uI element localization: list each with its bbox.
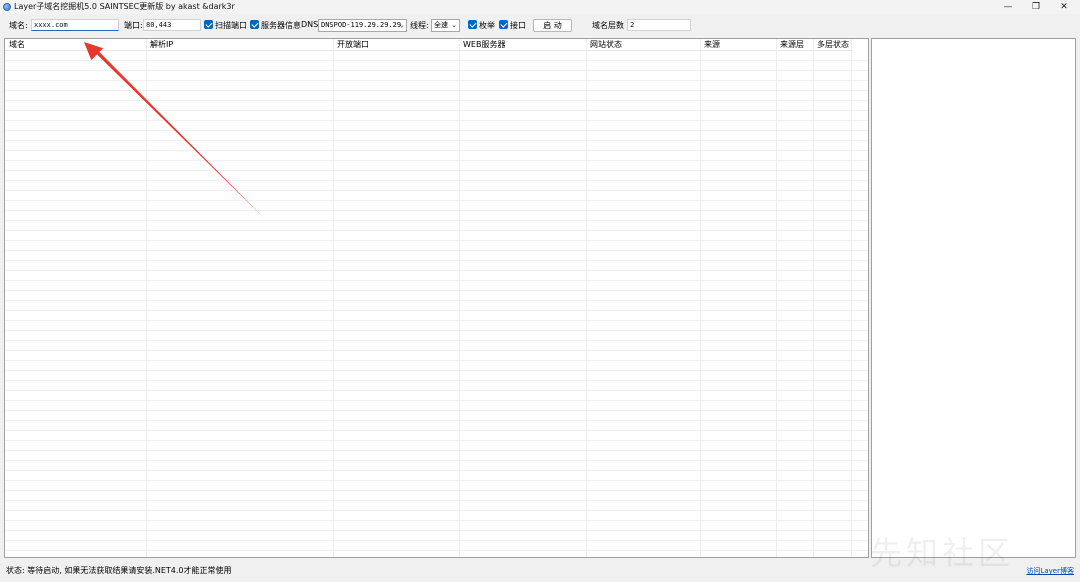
toolbar: 域名: xxxx.com 端口: 80,443 扫描端口 服务器信息 DNS: … (0, 16, 1080, 36)
thread-select-value: 全速 (434, 21, 448, 29)
column-header-multilevel-status[interactable]: 多层状态 (813, 39, 851, 51)
column-header-source[interactable]: 来源 (700, 39, 776, 51)
column-divider (813, 39, 814, 557)
title-bar: Layer子域名挖掘机5.0 SAINTSEC更新版 by akast &dar… (0, 0, 1080, 14)
minimize-button[interactable]: — (994, 0, 1022, 14)
start-button[interactable]: 启 动 (533, 19, 572, 32)
column-header-web-server[interactable]: WEB服务器 (459, 39, 586, 51)
thread-label: 线程: (410, 21, 429, 30)
depth-label: 域名层数 (592, 21, 624, 30)
table-rows (5, 51, 868, 557)
server-info-checkbox[interactable] (250, 20, 259, 29)
column-header-source-level[interactable]: 来源层 (776, 39, 813, 51)
depth-input[interactable]: 2 (627, 19, 691, 31)
thread-select[interactable]: 全速 ⌄ (431, 19, 460, 32)
results-table[interactable]: 域名 解析IP 开放端口 WEB服务器 网站状态 来源 来源层 多层状态 (4, 38, 869, 558)
column-divider (146, 39, 147, 557)
interface-label: 接口 (510, 21, 526, 30)
chevron-down-icon: ⌄ (451, 21, 457, 29)
column-divider (700, 39, 701, 557)
port-input[interactable]: 80,443 (143, 19, 201, 31)
domain-input[interactable]: xxxx.com (31, 19, 119, 31)
column-divider (586, 39, 587, 557)
side-panel[interactable] (871, 38, 1076, 558)
app-icon (3, 3, 11, 11)
column-header-ip[interactable]: 解析IP (146, 39, 333, 51)
column-header-site-status[interactable]: 网站状态 (586, 39, 700, 51)
status-text: 状态: 等待启动, 如果无法获取结果请安装.NET4.0才能正常使用 (6, 566, 232, 575)
dns-select[interactable]: DNSPOD-119.29.29.29 ⌄ (318, 19, 407, 32)
column-divider (333, 39, 334, 557)
blog-link[interactable]: 访问Layer博客 (1026, 566, 1074, 576)
column-divider (776, 39, 777, 557)
restore-button[interactable]: ❐ (1022, 0, 1050, 14)
chevron-down-icon: ⌄ (399, 21, 404, 29)
interface-checkbox[interactable] (499, 20, 508, 29)
column-divider (851, 39, 852, 557)
port-label: 端口: (124, 21, 143, 30)
column-header-domain[interactable]: 域名 (5, 39, 146, 51)
scan-port-checkbox[interactable] (204, 20, 213, 29)
domain-label: 域名: (9, 21, 28, 30)
enumerate-checkbox[interactable] (468, 20, 477, 29)
dns-select-value: DNSPOD-119.29.29.29 (321, 21, 402, 29)
scan-port-label: 扫描端口 (215, 21, 247, 30)
enumerate-label: 枚举 (479, 21, 495, 30)
column-header-open-ports[interactable]: 开放端口 (333, 39, 459, 51)
status-bar: 状态: 等待启动, 如果无法获取结果请安装.NET4.0才能正常使用 访问Lay… (0, 562, 1080, 582)
window-title: Layer子域名挖掘机5.0 SAINTSEC更新版 by akast &dar… (14, 2, 235, 11)
server-info-label: 服务器信息 (261, 21, 301, 30)
column-divider (459, 39, 460, 557)
close-button[interactable]: ✕ (1050, 0, 1078, 14)
